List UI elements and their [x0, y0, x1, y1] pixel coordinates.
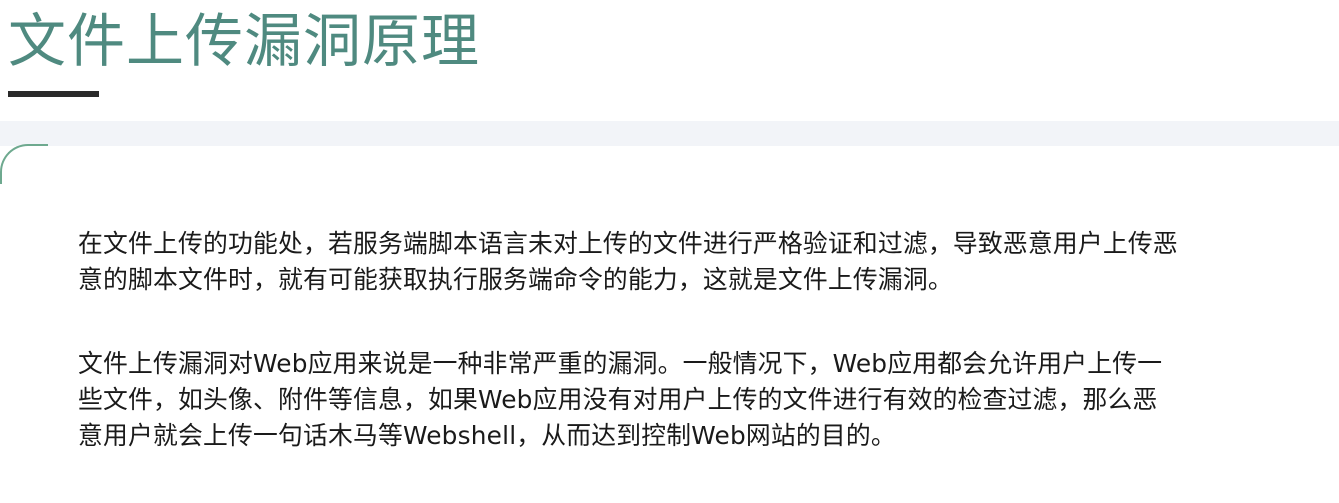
title-underline	[8, 91, 99, 97]
page-title: 文件上传漏洞原理	[8, 7, 481, 75]
paragraph-1-line-1: 在文件上传的功能处，若服务端脚本语言未对上传的文件进行严格验证和过滤，导致恶意用…	[78, 229, 1178, 258]
header-band	[0, 121, 1339, 146]
corner-accent	[0, 144, 48, 184]
paragraph-1-line-2: 意的脚本文件时，就有可能获取执行服务端命令的能力，这就是文件上传漏洞。	[78, 265, 953, 294]
paragraph-2: 文件上传漏洞对Web应用来说是一种非常严重的漏洞。一般情况下，Web应用都会允许…	[78, 346, 1330, 454]
paragraph-2-line-1: 文件上传漏洞对Web应用来说是一种非常严重的漏洞。一般情况下，Web应用都会允许…	[78, 349, 1163, 378]
paragraph-1: 在文件上传的功能处，若服务端脚本语言未对上传的文件进行严格验证和过滤，导致恶意用…	[78, 226, 1330, 298]
paragraph-2-line-2: 些文件，如头像、附件等信息，如果Web应用没有对用户上传的文件进行有效的检查过滤…	[78, 385, 1158, 414]
paragraph-2-line-3: 意用户就会上传一句话木马等Webshell，从而达到控制Web网站的目的。	[78, 421, 896, 450]
slide-content: 在文件上传的功能处，若服务端脚本语言未对上传的文件进行严格验证和过滤，导致恶意用…	[78, 226, 1330, 454]
